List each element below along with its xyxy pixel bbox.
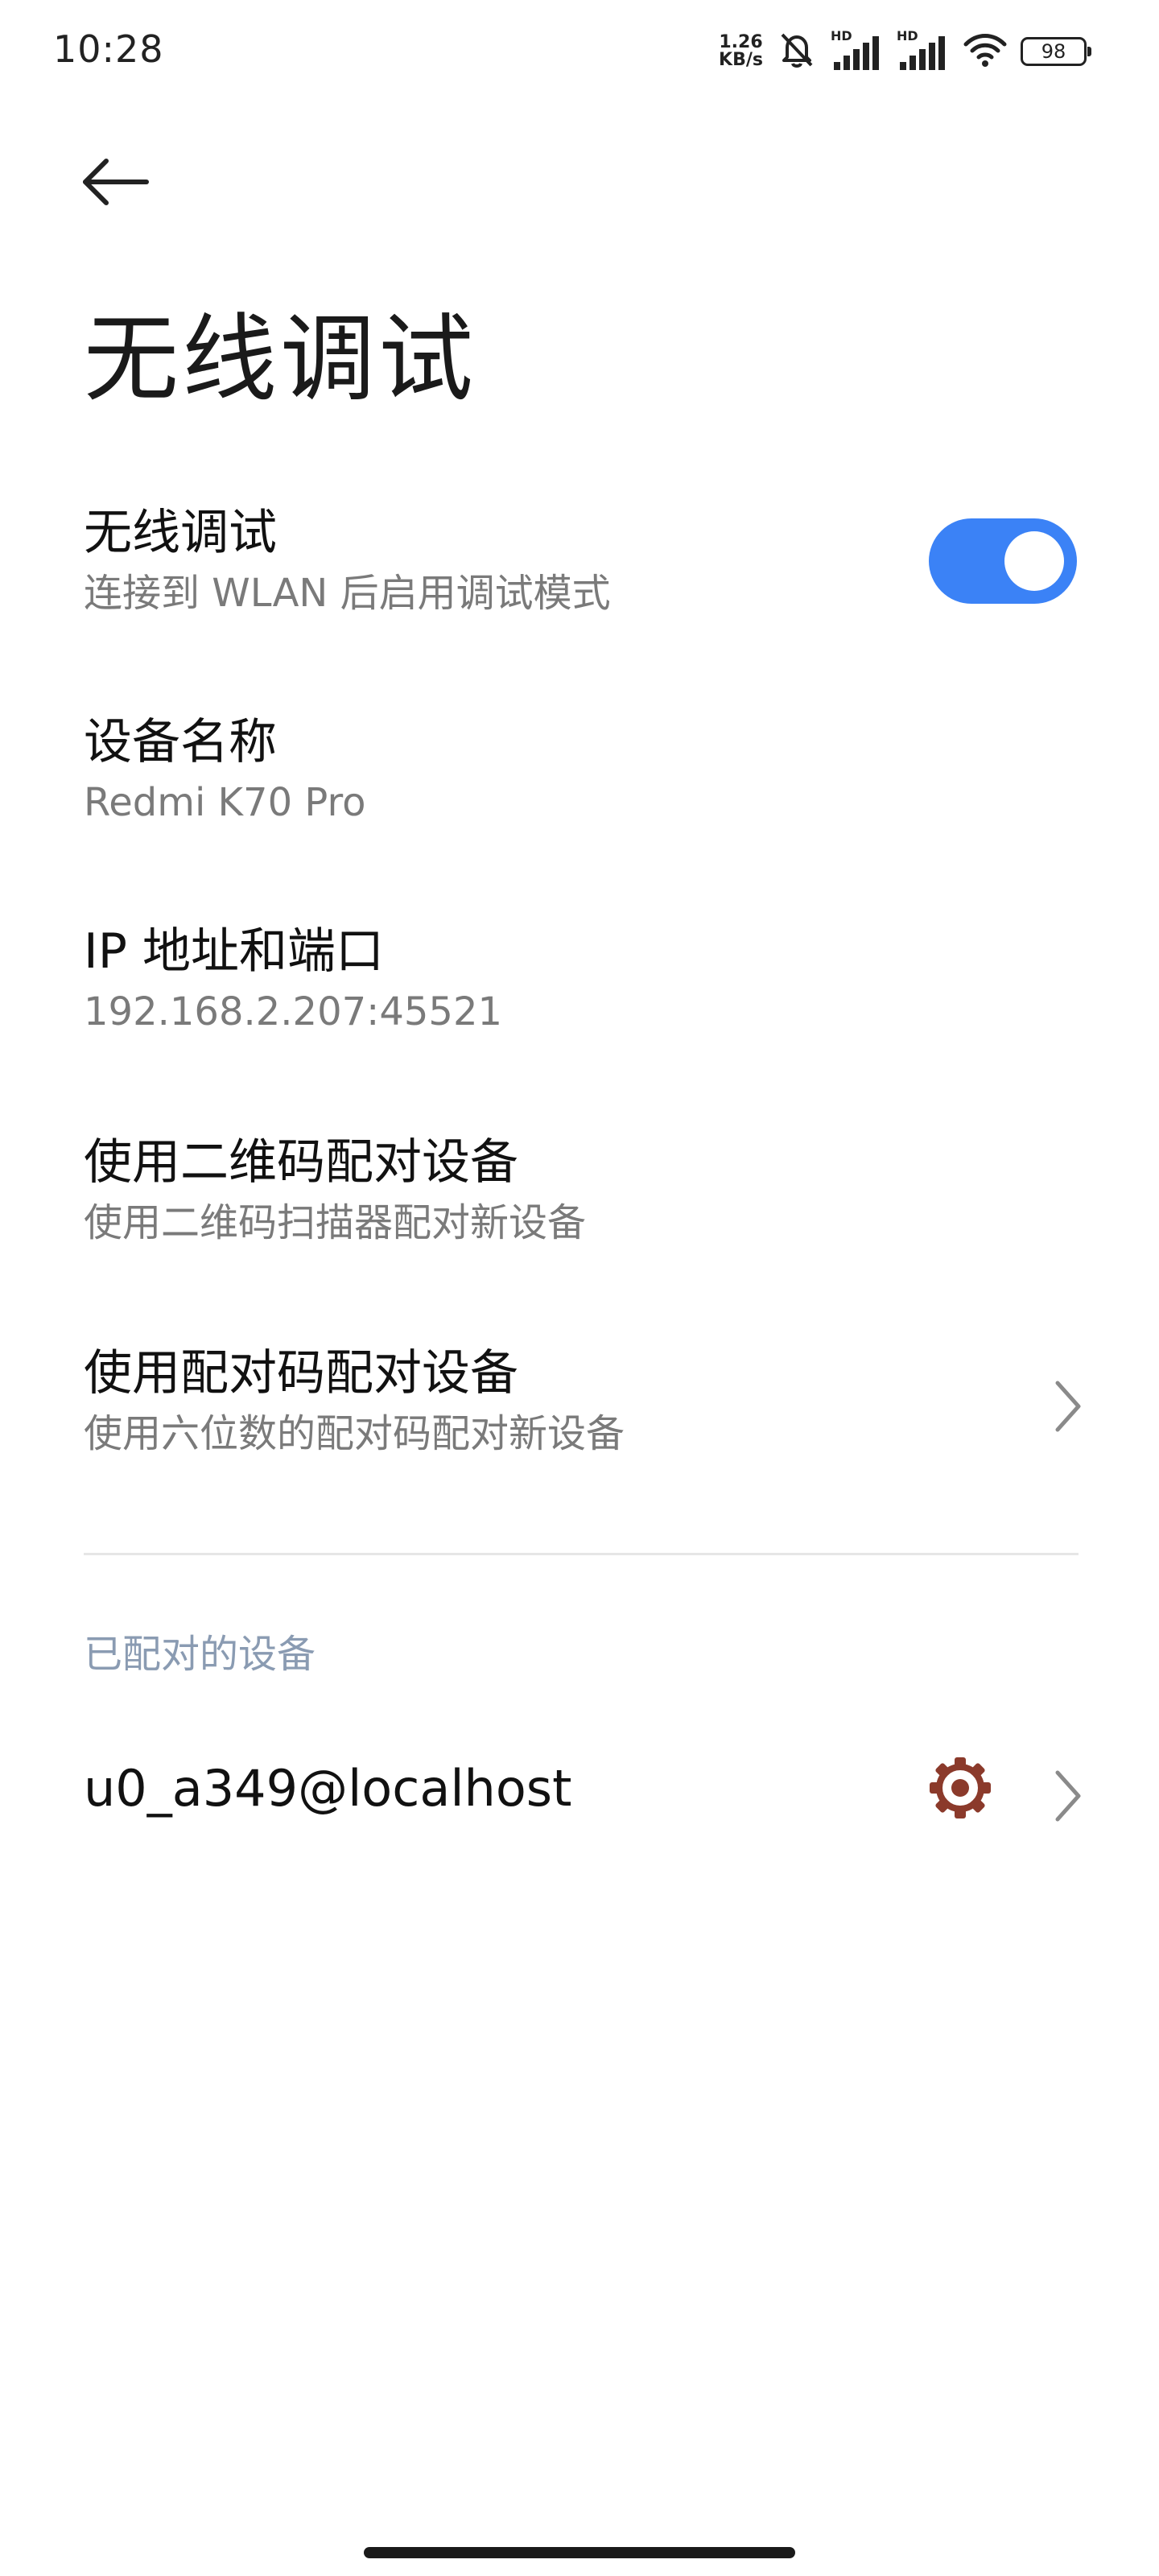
wireless-debugging-subtitle: 连接到 WLAN 后启用调试模式 (84, 571, 611, 616)
battery-indicator: 98 (1021, 37, 1091, 66)
ip-port-value: 192.168.2.207:45521 (84, 989, 503, 1034)
pair-qr-row[interactable]: 使用二维码配对设备 使用二维码扫描器配对新设备 (84, 1130, 1079, 1251)
back-button[interactable] (80, 150, 158, 214)
pair-code-title: 使用配对码配对设备 (84, 1345, 518, 1402)
paired-device-name: u0_a349@localhost (84, 1759, 572, 1818)
gear-icon[interactable] (927, 1755, 993, 1821)
home-indicator[interactable] (364, 2547, 795, 2558)
pair-qr-title: 使用二维码配对设备 (84, 1134, 518, 1191)
toggle-knob (1004, 531, 1064, 591)
arrow-left-icon (83, 159, 149, 205)
status-time: 10:28 (53, 27, 164, 71)
paired-devices-header: 已配对的设备 (84, 1632, 316, 1677)
device-name-row[interactable]: 设备名称 Redmi K70 Pro (84, 710, 1079, 831)
ip-port-row[interactable]: IP 地址和端口 192.168.2.207:45521 (84, 919, 1079, 1040)
wireless-debugging-toggle[interactable] (929, 518, 1077, 604)
signal-2: HD (897, 28, 950, 72)
pair-code-row[interactable]: 使用配对码配对设备 使用六位数的配对码配对新设备 (84, 1341, 1079, 1462)
ip-port-title: IP 地址和端口 (84, 923, 384, 980)
hd-label: HD (831, 28, 852, 43)
status-bar: 10:28 1.26 KB/s HD HD 98 (0, 0, 1159, 97)
divider (84, 1553, 1079, 1555)
signal-1: HD (831, 28, 884, 72)
status-icons: 1.26 KB/s HD HD 98 (719, 28, 1091, 74)
network-speed-unit: KB/s (719, 50, 763, 70)
pair-qr-subtitle: 使用二维码扫描器配对新设备 (84, 1200, 587, 1245)
device-name-value: Redmi K70 Pro (84, 780, 366, 825)
chevron-right-icon[interactable] (1053, 1768, 1085, 1824)
pair-code-subtitle: 使用六位数的配对码配对新设备 (84, 1411, 625, 1456)
hd-label: HD (897, 28, 918, 43)
chevron-right-icon (1055, 1381, 1081, 1432)
network-speed: 1.26 KB/s (719, 34, 763, 69)
wifi-icon (963, 31, 1008, 72)
bell-off-icon (776, 30, 818, 73)
network-speed-value: 1.26 (719, 32, 763, 52)
device-name-title: 设备名称 (84, 714, 277, 770)
page-title: 无线调试 (84, 303, 477, 415)
paired-device-item[interactable]: u0_a349@localhost (84, 1757, 889, 1821)
